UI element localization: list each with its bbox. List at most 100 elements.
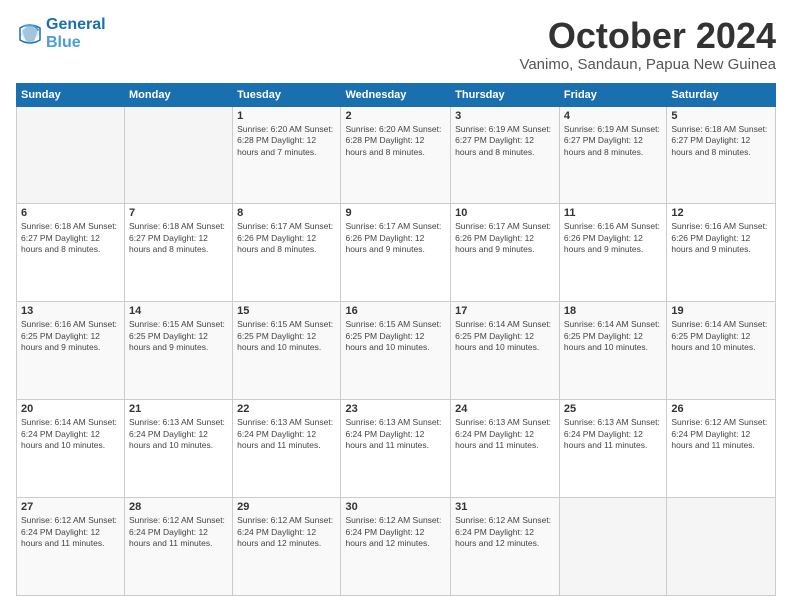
cell-day-number: 13 [21,305,120,317]
table-row: 16 Sunrise: 6:15 AM Sunset: 6:25 PM Dayli… [341,302,451,400]
page: General Blue October 2024 Vanimo, Sandau… [0,0,792,612]
table-row: 13 Sunrise: 6:16 AM Sunset: 6:25 PM Dayli… [17,302,125,400]
cell-info-text: Sunrise: 6:16 AM Sunset: 6:26 PM Dayligh… [671,221,771,255]
cell-day-number: 27 [21,501,120,513]
table-row: 27 Sunrise: 6:12 AM Sunset: 6:24 PM Dayli… [17,498,125,596]
cell-info-text: Sunrise: 6:13 AM Sunset: 6:24 PM Dayligh… [129,417,228,451]
table-row: 24 Sunrise: 6:13 AM Sunset: 6:24 PM Dayli… [451,400,560,498]
col-saturday: Saturday [667,83,776,106]
cell-info-text: Sunrise: 6:15 AM Sunset: 6:25 PM Dayligh… [237,319,336,353]
table-row: 10 Sunrise: 6:17 AM Sunset: 6:26 PM Dayli… [451,204,560,302]
table-row [17,106,125,204]
cell-info-text: Sunrise: 6:12 AM Sunset: 6:24 PM Dayligh… [237,515,336,549]
logo-icon [16,20,44,48]
cell-day-number: 30 [345,501,446,513]
cell-day-number: 17 [455,305,555,317]
cell-day-number: 21 [129,403,228,415]
cell-info-text: Sunrise: 6:13 AM Sunset: 6:24 PM Dayligh… [345,417,446,451]
calendar-week-4: 20 Sunrise: 6:14 AM Sunset: 6:24 PM Dayli… [17,400,776,498]
cell-day-number: 26 [671,403,771,415]
cell-day-number: 3 [455,110,555,122]
calendar-week-1: 1 Sunrise: 6:20 AM Sunset: 6:28 PM Daylig… [17,106,776,204]
table-row: 4Sunrise: 6:19 AM Sunset: 6:27 PM Daylig… [559,106,666,204]
table-row [125,106,233,204]
cell-info-text: Sunrise: 6:12 AM Sunset: 6:24 PM Dayligh… [129,515,228,549]
col-wednesday: Wednesday [341,83,451,106]
cell-info-text: Sunrise: 6:19 AM Sunset: 6:27 PM Dayligh… [564,124,662,158]
table-row: 29 Sunrise: 6:12 AM Sunset: 6:24 PM Dayli… [233,498,341,596]
col-sunday: Sunday [17,83,125,106]
calendar-table: Sunday Monday Tuesday Wednesday Thursday… [16,83,776,596]
cell-info-text: Sunrise: 6:19 AM Sunset: 6:27 PM Dayligh… [455,124,555,158]
month-title: October 2024 [519,16,776,56]
table-row: 14Sunrise: 6:15 AM Sunset: 6:25 PM Dayli… [125,302,233,400]
table-row: 3 Sunrise: 6:19 AM Sunset: 6:27 PM Daylig… [451,106,560,204]
cell-info-text: Sunrise: 6:16 AM Sunset: 6:26 PM Dayligh… [564,221,662,255]
cell-info-text: Sunrise: 6:18 AM Sunset: 6:27 PM Dayligh… [129,221,228,255]
cell-info-text: Sunrise: 6:13 AM Sunset: 6:24 PM Dayligh… [564,417,662,451]
cell-day-number: 1 [237,110,336,122]
cell-day-number: 20 [21,403,120,415]
calendar-week-5: 27 Sunrise: 6:12 AM Sunset: 6:24 PM Dayli… [17,498,776,596]
cell-info-text: Sunrise: 6:18 AM Sunset: 6:27 PM Dayligh… [21,221,120,255]
cell-day-number: 29 [237,501,336,513]
table-row: 20 Sunrise: 6:14 AM Sunset: 6:24 PM Dayli… [17,400,125,498]
table-row: 7 Sunrise: 6:18 AM Sunset: 6:27 PM Daylig… [125,204,233,302]
cell-info-text: Sunrise: 6:12 AM Sunset: 6:24 PM Dayligh… [671,417,771,451]
cell-info-text: Sunrise: 6:13 AM Sunset: 6:24 PM Dayligh… [237,417,336,451]
cell-info-text: Sunrise: 6:15 AM Sunset: 6:25 PM Dayligh… [345,319,446,353]
cell-info-text: Sunrise: 6:14 AM Sunset: 6:25 PM Dayligh… [671,319,771,353]
cell-day-number: 7 [129,207,228,219]
table-row: 9 Sunrise: 6:17 AM Sunset: 6:26 PM Daylig… [341,204,451,302]
cell-day-number: 6 [21,207,120,219]
table-row: 23 Sunrise: 6:13 AM Sunset: 6:24 PM Dayli… [341,400,451,498]
cell-info-text: Sunrise: 6:17 AM Sunset: 6:26 PM Dayligh… [455,221,555,255]
table-row: 8 Sunrise: 6:17 AM Sunset: 6:26 PM Daylig… [233,204,341,302]
cell-day-number: 28 [129,501,228,513]
table-row: 25 Sunrise: 6:13 AM Sunset: 6:24 PM Dayli… [559,400,666,498]
cell-info-text: Sunrise: 6:18 AM Sunset: 6:27 PM Dayligh… [671,124,771,158]
table-row: 1 Sunrise: 6:20 AM Sunset: 6:28 PM Daylig… [233,106,341,204]
cell-day-number: 18 [564,305,662,317]
cell-day-number: 11 [564,207,662,219]
cell-day-number: 24 [455,403,555,415]
table-row: 12Sunrise: 6:16 AM Sunset: 6:26 PM Dayli… [667,204,776,302]
table-row: 31Sunrise: 6:12 AM Sunset: 6:24 PM Dayli… [451,498,560,596]
cell-day-number: 2 [345,110,446,122]
cell-day-number: 25 [564,403,662,415]
cell-info-text: Sunrise: 6:20 AM Sunset: 6:28 PM Dayligh… [237,124,336,158]
cell-info-text: Sunrise: 6:13 AM Sunset: 6:24 PM Dayligh… [455,417,555,451]
cell-info-text: Sunrise: 6:14 AM Sunset: 6:24 PM Dayligh… [21,417,120,451]
cell-info-text: Sunrise: 6:16 AM Sunset: 6:25 PM Dayligh… [21,319,120,353]
cell-day-number: 19 [671,305,771,317]
logo-text: General Blue [46,16,106,51]
col-monday: Monday [125,83,233,106]
cell-info-text: Sunrise: 6:12 AM Sunset: 6:24 PM Dayligh… [345,515,446,549]
cell-day-number: 10 [455,207,555,219]
table-row: 22 Sunrise: 6:13 AM Sunset: 6:24 PM Dayli… [233,400,341,498]
cell-day-number: 8 [237,207,336,219]
table-row [667,498,776,596]
table-row: 21 Sunrise: 6:13 AM Sunset: 6:24 PM Dayli… [125,400,233,498]
cell-day-number: 31 [455,501,555,513]
col-friday: Friday [559,83,666,106]
cell-info-text: Sunrise: 6:12 AM Sunset: 6:24 PM Dayligh… [21,515,120,549]
cell-info-text: Sunrise: 6:17 AM Sunset: 6:26 PM Dayligh… [237,221,336,255]
table-row: 6 Sunrise: 6:18 AM Sunset: 6:27 PM Daylig… [17,204,125,302]
cell-day-number: 9 [345,207,446,219]
cell-info-text: Sunrise: 6:14 AM Sunset: 6:25 PM Dayligh… [564,319,662,353]
col-tuesday: Tuesday [233,83,341,106]
table-row: 28 Sunrise: 6:12 AM Sunset: 6:24 PM Dayli… [125,498,233,596]
cell-day-number: 15 [237,305,336,317]
cell-day-number: 22 [237,403,336,415]
table-row: 17 Sunrise: 6:14 AM Sunset: 6:25 PM Dayli… [451,302,560,400]
cell-info-text: Sunrise: 6:14 AM Sunset: 6:25 PM Dayligh… [455,319,555,353]
calendar-header-row: Sunday Monday Tuesday Wednesday Thursday… [17,83,776,106]
header: General Blue October 2024 Vanimo, Sandau… [16,16,776,73]
cell-day-number: 23 [345,403,446,415]
cell-info-text: Sunrise: 6:17 AM Sunset: 6:26 PM Dayligh… [345,221,446,255]
table-row [559,498,666,596]
cell-day-number: 16 [345,305,446,317]
table-row: 2Sunrise: 6:20 AM Sunset: 6:28 PM Daylig… [341,106,451,204]
col-thursday: Thursday [451,83,560,106]
